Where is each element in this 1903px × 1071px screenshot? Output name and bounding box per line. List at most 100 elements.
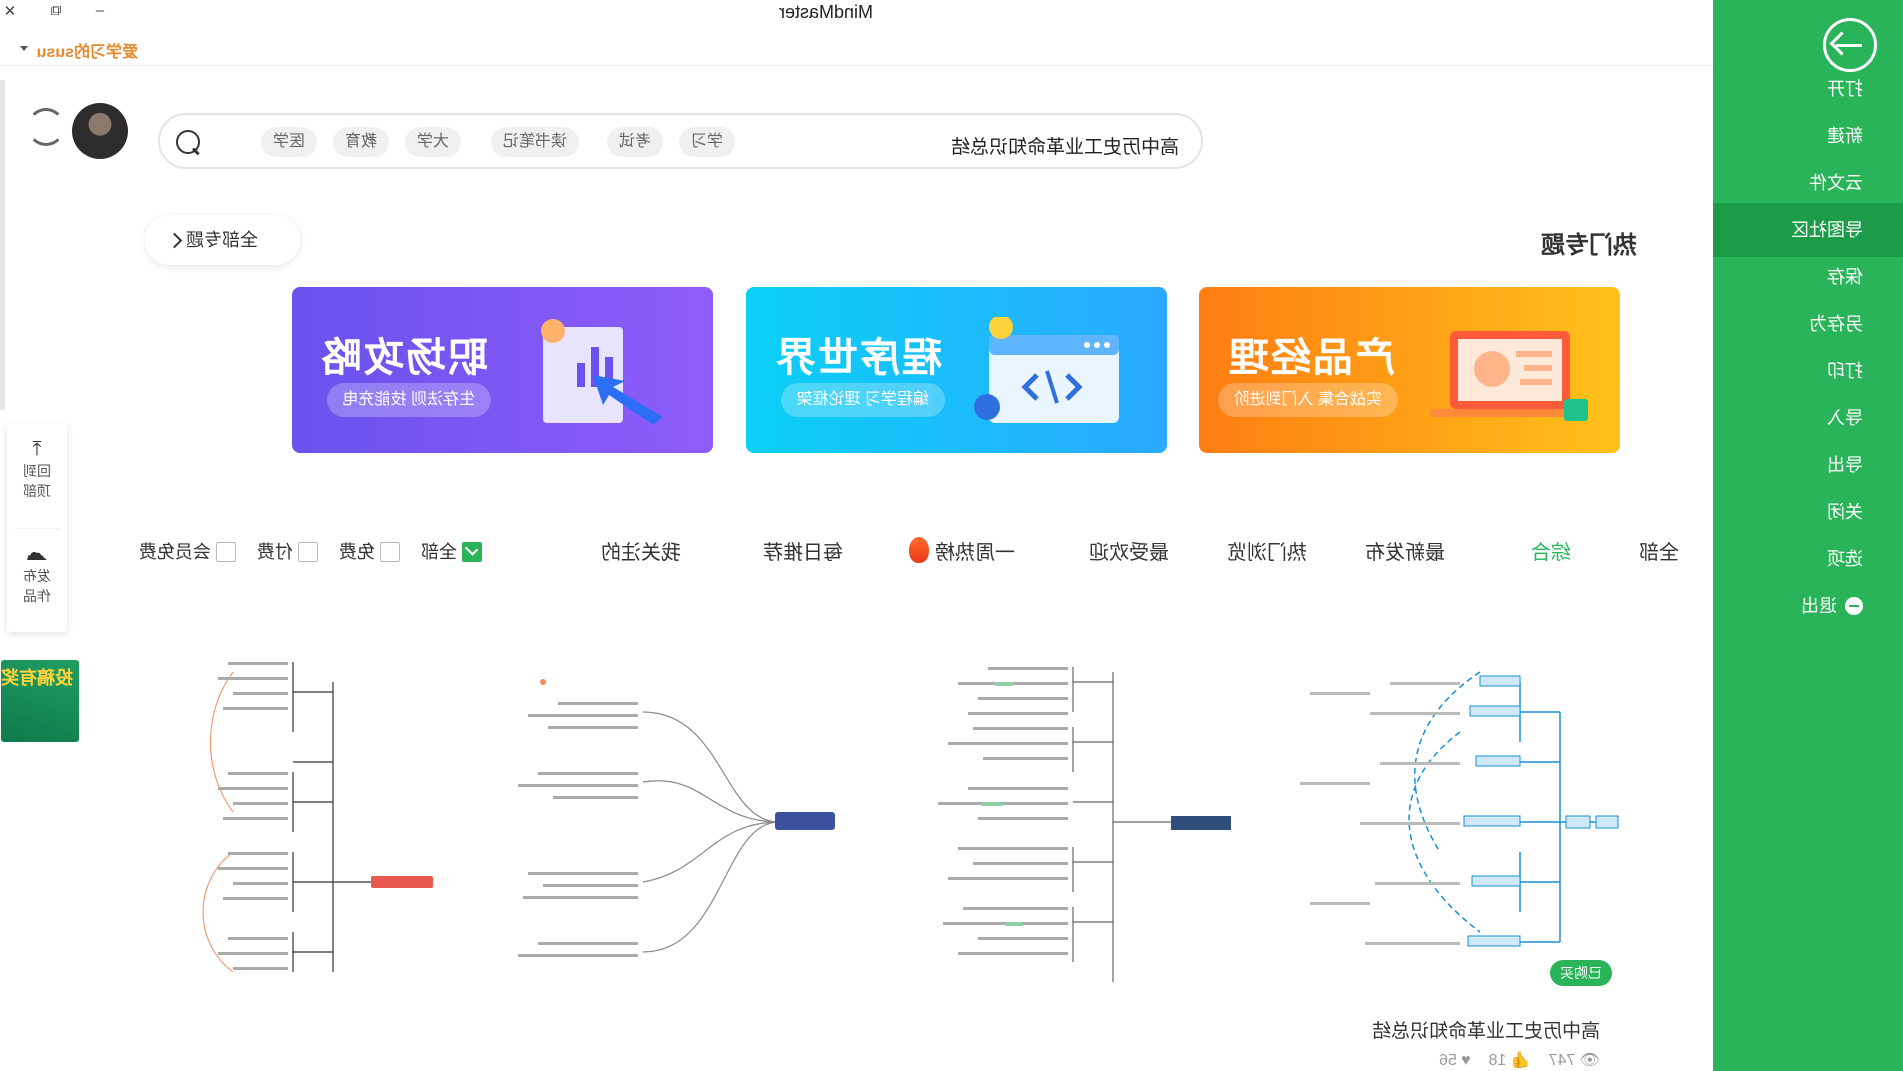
menu-item-exit-label: 退出: [1801, 596, 1837, 616]
filter-label: 付费: [256, 542, 293, 562]
user-bar: 爱学习的susu: [0, 28, 1713, 66]
promo-text: 投稿有奖: [1, 668, 73, 688]
close-icon[interactable]: ✕: [0, 2, 25, 24]
restore-icon[interactable]: ⧉: [41, 2, 71, 24]
menu-item-export[interactable]: 导出: [1713, 438, 1903, 492]
publish-label-2: 作品: [23, 588, 51, 604]
mindmap-thumbnail: [883, 652, 1243, 982]
search-icon[interactable]: [176, 128, 204, 156]
window-title: MindMaster: [778, 2, 873, 22]
search-tag[interactable]: 读书笔记: [490, 127, 579, 157]
sync-icon[interactable]: [27, 108, 65, 146]
menu-item-open[interactable]: 打开: [1713, 62, 1903, 116]
publish-work-button[interactable]: ☁ 发布 作品: [7, 540, 67, 606]
filter-label: 会员免费: [138, 542, 211, 562]
filter-member-free[interactable]: 会员免费: [139, 538, 244, 564]
banner-workplace-guide[interactable]: 职场攻略 生存法则 技能充电: [292, 287, 713, 453]
banner-subtitle: 实战合集 入门到进阶: [1217, 383, 1398, 417]
fire-icon: [909, 537, 929, 563]
all-topics-button[interactable]: 全部专题: [145, 215, 300, 265]
promo-banner[interactable]: 投稿有奖: [1, 660, 79, 742]
checkbox-icon[interactable]: [380, 542, 400, 562]
tab-all[interactable]: 全部: [1639, 536, 1679, 565]
publish-label-1: 发布: [23, 568, 51, 584]
banner-title: 职场攻略: [320, 336, 488, 380]
checkbox-checked-icon[interactable]: [462, 542, 482, 562]
laptop-chart-icon: [1420, 317, 1590, 427]
mindmap-card[interactable]: [483, 652, 843, 1071]
mindmap-card[interactable]: [103, 652, 463, 1071]
username[interactable]: 爱学习的susu: [37, 38, 138, 62]
menu-item-exit[interactable]: 退出: [1713, 579, 1903, 633]
banner-title: 程序世界: [774, 336, 942, 380]
checkbox-icon[interactable]: [298, 542, 318, 562]
scroll-edge: [0, 80, 5, 410]
menu-item-community[interactable]: 导图社区: [1713, 203, 1903, 257]
menu-item-close[interactable]: 关闭: [1713, 485, 1903, 539]
menu-item-save[interactable]: 保存: [1713, 250, 1903, 304]
favorite-count: 56: [1439, 1052, 1457, 1069]
banner-title: 产品经理: [1227, 336, 1395, 380]
checkbox-icon[interactable]: [216, 542, 236, 562]
tab-weekly-hot[interactable]: 一周热榜: [909, 536, 1015, 565]
filter-free[interactable]: 免费: [339, 538, 408, 564]
title-bar: MindMaster – ⧉ ✕: [0, 0, 1713, 28]
tab-hot-views[interactable]: 热门浏览: [1227, 536, 1307, 565]
mindmap-thumbnail: [483, 652, 843, 982]
mindmap-card[interactable]: 已购买 高中历史工业革命知识总结 👁 747 👍 18 ♥ 56: [1260, 652, 1620, 1071]
tab-daily-recommend[interactable]: 每日推荐: [763, 536, 843, 565]
banner-subtitle: 编程学习 理论框架: [780, 383, 945, 417]
floating-toolbar: ⤒ 回到 顶部 ☁ 发布 作品: [7, 424, 67, 632]
eye-icon: 👁: [1579, 1052, 1600, 1069]
exit-icon: [1845, 597, 1863, 615]
tab-latest[interactable]: 最新发布: [1365, 536, 1445, 565]
card-title[interactable]: 高中历史工业革命知识总结: [1372, 1016, 1600, 1043]
menu-item-options[interactable]: 选项: [1713, 532, 1903, 586]
back-to-top-label-2: 顶部: [23, 483, 51, 499]
search-tag[interactable]: 大学: [404, 127, 461, 157]
user-dropdown-icon[interactable]: [20, 46, 28, 51]
avatar[interactable]: [72, 103, 128, 159]
purchased-badge: 已购买: [1550, 960, 1612, 986]
filter-label: 免费: [338, 542, 375, 562]
minimize-icon[interactable]: –: [85, 2, 115, 24]
banner-program-world[interactable]: 程序世界 编程学习 理论框架: [746, 287, 1167, 453]
back-to-top-button[interactable]: ⤒ 回到 顶部: [7, 438, 67, 501]
menu-item-import[interactable]: 导入: [1713, 391, 1903, 445]
mindmap-thumbnail: [1260, 652, 1620, 982]
menu-item-new[interactable]: 新建: [1713, 109, 1903, 163]
search-tag[interactable]: 医学: [260, 127, 317, 157]
like-count: 18: [1488, 1052, 1507, 1069]
code-window-icon: [967, 315, 1137, 427]
menu-item-save-as[interactable]: 另存为: [1713, 297, 1903, 351]
banner-subtitle: 生存法则 技能充电: [326, 383, 491, 417]
menu-item-print[interactable]: 打印: [1713, 344, 1903, 398]
tab-most-popular[interactable]: 最受欢迎: [1089, 536, 1169, 565]
view-count: 747: [1548, 1052, 1576, 1069]
menu-item-cloud[interactable]: 云文件: [1713, 156, 1903, 210]
banner-product-manager[interactable]: 产品经理 实战合集 入门到进阶: [1199, 287, 1620, 453]
mindmap-thumbnail: [103, 652, 463, 982]
filter-paid[interactable]: 付费: [257, 538, 326, 564]
side-menu: 打开 新建 云文件 导图社区 保存 另存为 打印 导入 导出 关闭 选项 退出: [1713, 0, 1903, 1071]
divider: [15, 528, 59, 529]
search-tag[interactable]: 考试: [606, 127, 663, 157]
thumbs-up-icon[interactable]: 👍: [1511, 1052, 1531, 1069]
report-arrow-icon: [513, 317, 683, 427]
search-tag[interactable]: 学习: [678, 127, 735, 157]
heart-icon[interactable]: ♥: [1461, 1052, 1471, 1069]
tab-following[interactable]: 我关注的: [601, 536, 681, 565]
search-input[interactable]: 高中历史工业革命知识总结: [951, 132, 1179, 159]
tab-comprehensive[interactable]: 综合: [1531, 536, 1571, 565]
card-meta: 👁 747 👍 18 ♥ 56: [1439, 1050, 1600, 1070]
filter-label: 全部: [420, 542, 457, 562]
tab-weekly-hot-label: 一周热榜: [935, 542, 1015, 564]
section-title: 热门专题: [1541, 232, 1637, 259]
search-tag[interactable]: 教育: [332, 127, 389, 157]
back-to-top-label-1: 回到: [23, 463, 51, 479]
arrow-up-icon: ⤒: [32, 438, 42, 460]
filter-all[interactable]: 全部: [421, 538, 490, 564]
mindmap-card[interactable]: [883, 652, 1243, 1071]
cloud-upload-icon: ☁: [26, 540, 48, 565]
search-bar[interactable]: 高中历史工业革命知识总结 学习 考试 读书笔记 大学 教育 医学: [158, 113, 1203, 169]
